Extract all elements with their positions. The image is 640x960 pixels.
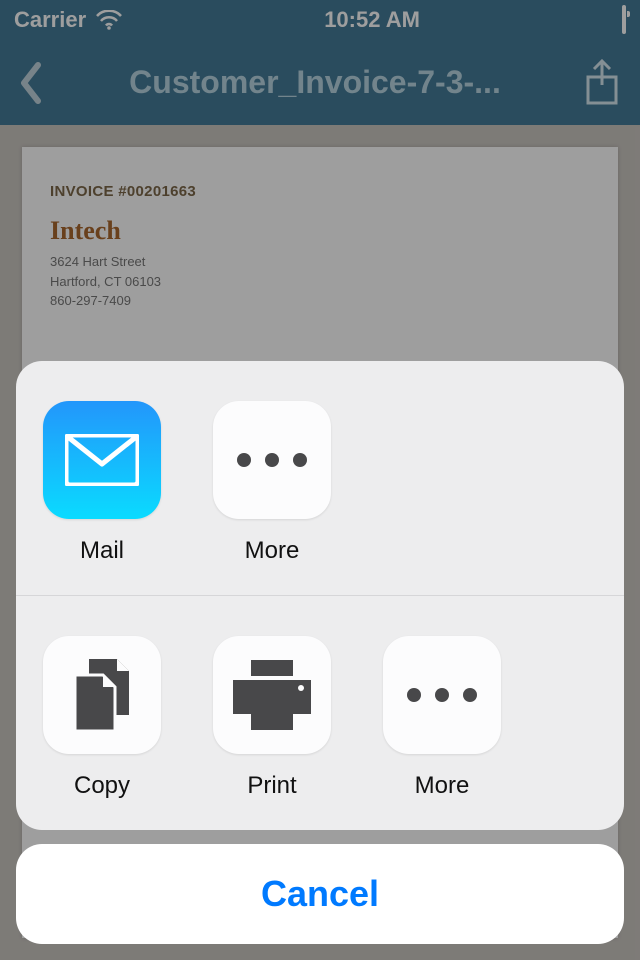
share-action-print[interactable]: Print: [212, 636, 332, 800]
print-icon: [213, 636, 331, 754]
more-icon: [213, 401, 331, 519]
share-action-more-actions[interactable]: More: [382, 636, 502, 800]
share-action-label: More: [415, 772, 470, 800]
share-sheet-app-row: Mail More: [16, 361, 624, 595]
share-action-more-apps[interactable]: More: [212, 401, 332, 565]
share-action-label: Print: [247, 772, 296, 800]
share-action-copy[interactable]: Copy: [42, 636, 162, 800]
cancel-button[interactable]: Cancel: [16, 844, 624, 944]
copy-icon: [43, 636, 161, 754]
share-action-label: More: [245, 537, 300, 565]
share-action-label: Copy: [74, 772, 130, 800]
share-sheet-action-row: Copy Print More: [16, 595, 624, 830]
mail-icon: [43, 401, 161, 519]
share-sheet: Mail More Copy Print: [16, 361, 624, 944]
share-action-mail[interactable]: Mail: [42, 401, 162, 565]
more-icon: [383, 636, 501, 754]
share-action-label: Mail: [80, 537, 124, 565]
